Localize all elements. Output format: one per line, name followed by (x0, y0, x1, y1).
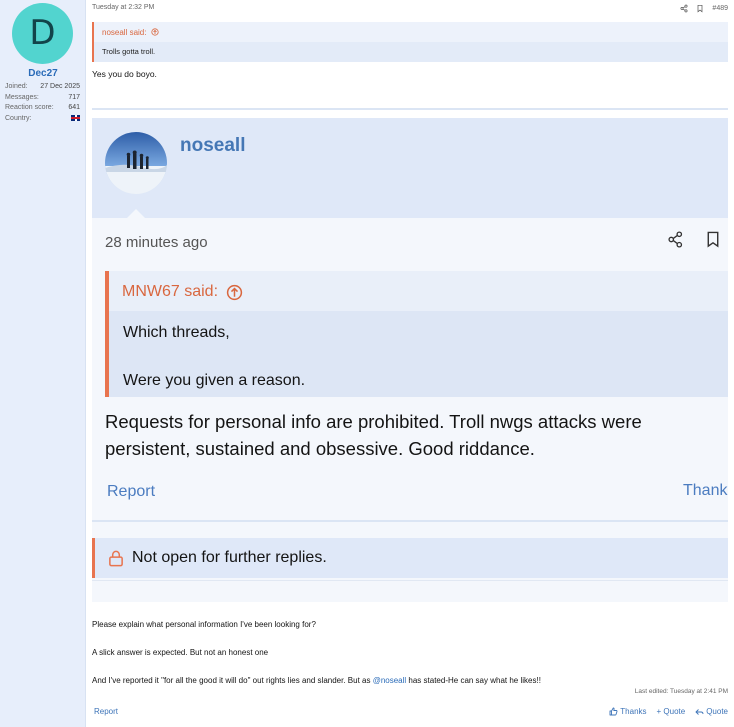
embed-avatar[interactable] (105, 132, 167, 194)
mention-link[interactable]: @noseall (373, 676, 406, 685)
avatar-photo-icon (105, 132, 167, 194)
thanks-button[interactable]: Thanks (609, 707, 647, 716)
body-line: A slick answer is expected. But not an h… (92, 648, 269, 657)
bookmark-icon[interactable] (706, 231, 720, 248)
stat-messages: Messages: 717 (5, 93, 80, 104)
report-link[interactable]: Report (94, 707, 118, 716)
quote-button[interactable]: Quote (695, 707, 728, 716)
user-stats: Joined: 27 Dec 2025 Messages: 717 Reacti… (5, 82, 80, 125)
embed-timestamp[interactable]: 28 minutes ago (105, 234, 208, 251)
locked-text: Not open for further replies. (132, 549, 327, 566)
quote-body: Trolls gotta troll. (94, 42, 728, 62)
arrow-up-circle-icon[interactable] (226, 284, 243, 301)
body-text: And I've reported it "for all the good i… (92, 676, 373, 685)
user-avatar[interactable]: D (12, 3, 73, 64)
embed-quote-line: Were you given a reason. (123, 372, 306, 389)
quote-label: Quote (706, 707, 728, 716)
avatar-pointer (126, 209, 146, 219)
embed-quote-author[interactable]: MNW67 said: (122, 283, 218, 301)
stat-joined: Joined: 27 Dec 2025 (5, 82, 80, 93)
divider (92, 520, 728, 522)
stat-reaction-score: Reaction score: 641 (5, 103, 80, 114)
body-line: And I've reported it "for all the good i… (92, 676, 728, 686)
stat-value: 27 Dec 2025 (40, 83, 80, 90)
embedded-post: noseall 28 minutes ago MNW67 said: Which… (92, 118, 728, 602)
lock-icon (109, 550, 123, 566)
reply-arrow-icon (695, 708, 704, 715)
stat-label: Reaction score: (5, 104, 54, 111)
embed-thanks-button[interactable]: Thanks (679, 482, 728, 500)
user-sidebar: D Dec27 Joined: 27 Dec 2025 Messages: 71… (0, 0, 86, 727)
multi-quote-button[interactable]: + Quote (657, 707, 686, 716)
last-edited: Last edited: Tuesday at 2:41 PM (634, 688, 728, 695)
share-icon[interactable] (680, 4, 688, 13)
post-actions: #489 (680, 4, 728, 13)
stat-value (71, 114, 80, 126)
divider (92, 580, 728, 581)
embed-header: noseall (92, 118, 728, 219)
bookmark-icon[interactable] (696, 4, 704, 13)
post-meta: Tuesday at 2:32 PM #489 (92, 4, 728, 13)
thanks-label: Thanks (620, 707, 647, 716)
body-line: Please explain what personal information… (92, 620, 316, 629)
arrow-up-circle-icon[interactable] (151, 28, 159, 36)
thumbs-up-icon (609, 707, 618, 716)
stat-label: Country: (5, 115, 32, 122)
body-text: has stated-He can say what he likes!! (406, 676, 541, 685)
uk-flag-icon (71, 114, 80, 121)
embed-thanks-label: Thanks (683, 482, 728, 499)
post-body: Please explain what personal information… (92, 620, 728, 704)
stat-value: 641 (68, 104, 80, 111)
quote-author[interactable]: noseall said: (102, 28, 146, 37)
username-link[interactable]: Dec27 (0, 68, 86, 79)
stat-label: Messages: (5, 93, 39, 101)
embed-quote-header[interactable]: MNW67 said: (122, 283, 243, 301)
embed-author[interactable]: noseall (180, 135, 245, 157)
divider (92, 108, 728, 110)
footer-reactions: Thanks + Quote Quote (609, 707, 728, 716)
post-number[interactable]: #489 (712, 5, 728, 12)
embed-report-link[interactable]: Report (107, 483, 155, 501)
embed-actions (667, 231, 720, 248)
embed-message: Requests for personal info are prohibite… (105, 411, 642, 459)
stat-country: Country: (5, 114, 80, 126)
share-icon[interactable] (667, 231, 684, 248)
embed-quote-line: Which threads, (123, 324, 230, 341)
reply-text: Yes you do boyo. (92, 69, 157, 79)
quote-block: noseall said: Trolls gotta troll. (92, 22, 728, 62)
post-timestamp[interactable]: Tuesday at 2:32 PM (92, 4, 154, 11)
post-main: Tuesday at 2:32 PM #489 noseall said: Tr… (86, 0, 734, 727)
embed-quote-block: MNW67 said: Which threads, Were you give… (105, 271, 728, 397)
embed-quote-body: Which threads, Were you given a reason. (109, 311, 728, 397)
quote-header[interactable]: noseall said: (102, 28, 159, 37)
locked-notice: Not open for further replies. (92, 538, 728, 578)
stat-label: Joined: (5, 83, 28, 90)
stat-value: 717 (68, 93, 80, 101)
